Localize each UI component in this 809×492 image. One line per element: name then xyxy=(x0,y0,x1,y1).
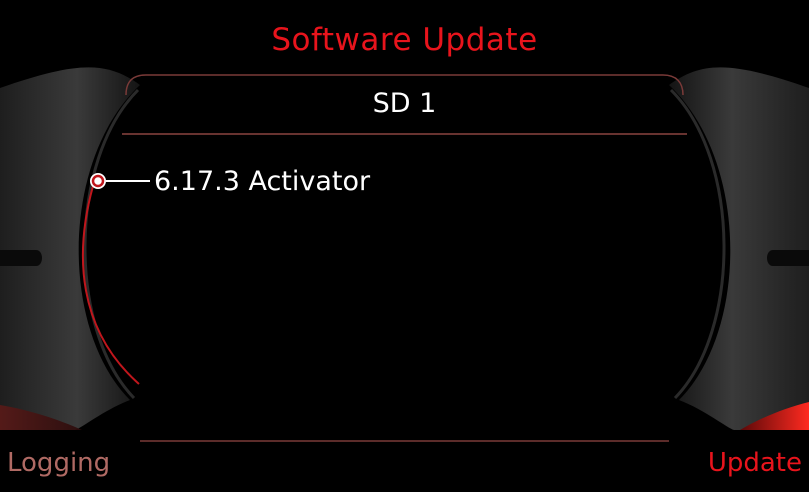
list-item-label: 6.17.3 Activator xyxy=(154,165,371,197)
logging-softkey[interactable]: Logging xyxy=(7,448,110,478)
instrument-bezel xyxy=(0,67,809,442)
screen-title: Software Update xyxy=(271,22,538,58)
update-softkey[interactable]: Update xyxy=(708,448,802,478)
source-header: SD 1 xyxy=(372,88,437,119)
list-item[interactable]: 6.17.3 Activator xyxy=(88,161,370,201)
software-update-screen: Software Update SD 1 6.17.3 Activator Lo… xyxy=(0,0,809,492)
selection-ring-icon xyxy=(90,173,150,189)
